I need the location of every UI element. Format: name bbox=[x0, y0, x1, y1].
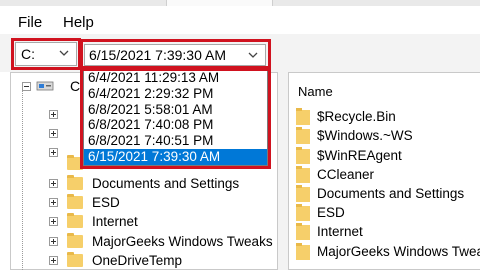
pane-splitter[interactable] bbox=[278, 72, 288, 270]
file-item-label: $Recycle.Bin bbox=[317, 109, 396, 124]
folder-icon bbox=[296, 185, 310, 202]
tree-item[interactable]: OneDriveTemp bbox=[10, 252, 276, 271]
file-item-label: MajorGeeks Windows Tweaks bbox=[317, 244, 480, 259]
file-list-item[interactable]: $Windows.~WS bbox=[296, 127, 480, 146]
file-list-item[interactable]: CCleaner bbox=[296, 166, 480, 185]
file-item-label: ESD bbox=[317, 205, 345, 220]
file-list-item[interactable]: $WinREAgent bbox=[296, 147, 480, 166]
expand-plus-icon[interactable] bbox=[49, 237, 58, 246]
folder-icon bbox=[67, 213, 83, 228]
drive-icon bbox=[36, 81, 54, 91]
folder-icon bbox=[296, 243, 310, 260]
collapse-minus-icon[interactable] bbox=[22, 82, 31, 91]
file-list-item[interactable]: MajorGeeks Windows Tweaks bbox=[296, 243, 480, 262]
tree-item[interactable]: MajorGeeks Windows Tweaks bbox=[10, 233, 276, 252]
highlight-drive-select bbox=[11, 38, 81, 70]
folder-icon bbox=[296, 127, 310, 144]
file-list-item[interactable]: $Recycle.Bin bbox=[296, 108, 480, 127]
menu-help[interactable]: Help bbox=[63, 14, 94, 31]
tree-item[interactable]: Internet bbox=[10, 213, 276, 232]
tree-item[interactable]: ESD bbox=[10, 194, 276, 213]
folder-icon bbox=[296, 204, 310, 221]
expand-plus-icon[interactable] bbox=[49, 110, 58, 119]
file-item-label: CCleaner bbox=[317, 167, 375, 182]
expand-plus-icon[interactable] bbox=[49, 198, 58, 207]
tree-item-label: Documents and Settings bbox=[92, 176, 240, 191]
folder-icon bbox=[296, 166, 310, 183]
column-header-name[interactable]: Name bbox=[298, 84, 333, 99]
expand-plus-icon[interactable] bbox=[49, 148, 58, 157]
tree-item-label: Internet bbox=[92, 214, 138, 229]
folder-icon bbox=[67, 175, 83, 190]
menu-file[interactable]: File bbox=[18, 14, 42, 31]
folder-icon bbox=[67, 194, 83, 209]
tree-item-label: OneDriveTemp bbox=[92, 253, 183, 268]
folder-icon bbox=[296, 223, 310, 240]
file-item-label: $WinREAgent bbox=[317, 148, 402, 163]
tree-item-label: MajorGeeks Windows Tweaks bbox=[92, 234, 273, 249]
expand-plus-icon[interactable] bbox=[49, 256, 58, 265]
folder-icon bbox=[67, 233, 83, 248]
file-item-label: Internet bbox=[317, 224, 363, 239]
highlight-restore-point-list bbox=[80, 66, 271, 169]
file-item-label: $Windows.~WS bbox=[317, 128, 413, 143]
folder-icon bbox=[67, 252, 83, 267]
file-list-item[interactable]: Internet bbox=[296, 223, 480, 242]
menu-bar: File Help bbox=[0, 6, 480, 34]
file-list-item[interactable]: ESD bbox=[296, 204, 480, 223]
folder-icon bbox=[296, 147, 310, 164]
expand-plus-icon[interactable] bbox=[49, 217, 58, 226]
tree-item-label: ESD bbox=[92, 195, 120, 210]
file-list-item[interactable]: Documents and Settings bbox=[296, 185, 480, 204]
folder-icon bbox=[296, 108, 310, 125]
file-item-label: Documents and Settings bbox=[317, 186, 465, 201]
tree-item[interactable]: Documents and Settings bbox=[10, 175, 276, 194]
expand-plus-icon[interactable] bbox=[49, 179, 58, 188]
expand-plus-icon[interactable] bbox=[49, 129, 58, 138]
